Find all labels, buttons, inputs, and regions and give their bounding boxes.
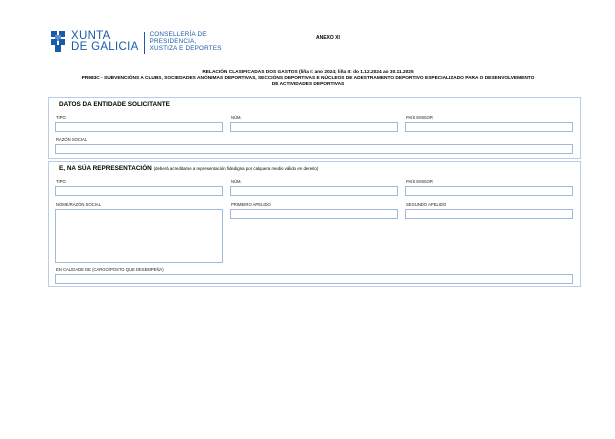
en-calidade-de-label: EN CALIDADE DE (CARGO/POSTO QUE DESEMPEÑ…	[56, 267, 164, 272]
section-entidade-solicitante: DATOS DA ENTIDADE SOLICITANTE TIPO NÚM. …	[48, 97, 581, 159]
primeiro-apelido-label: PRIMEIRO APELIDO	[231, 202, 271, 207]
tipo-label: TIPO	[56, 179, 66, 184]
pais-emisor-label: PAÍS EMISOR	[406, 179, 433, 184]
tipo-field[interactable]	[55, 122, 223, 132]
razon-social-field[interactable]	[55, 144, 573, 154]
xunta-crest-icon	[51, 31, 67, 53]
tipo-field[interactable]	[55, 186, 223, 196]
segundo-apelido-label: SEGUNDO APELIDO	[406, 202, 447, 207]
section-title: DATOS DA ENTIDADE SOLICITANTE	[59, 101, 170, 108]
section-representacion: E, NA SÚA REPRESENTACIÓN (deberá acredit…	[48, 161, 581, 287]
segundo-apelido-field[interactable]	[405, 209, 573, 219]
section-title: E, NA SÚA REPRESENTACIÓN (deberá acredit…	[59, 165, 319, 172]
nome-razon-social-field[interactable]	[55, 209, 223, 263]
anexo-label: ANEXO XI	[316, 35, 340, 41]
tipo-label: TIPO	[56, 115, 66, 120]
pais-emisor-field[interactable]	[405, 186, 573, 196]
section-note: (deberá acreditarse a representación fid…	[153, 166, 319, 171]
xunta-wordmark: XUNTA DE GALICIA	[71, 30, 139, 53]
nome-razon-social-label: NOME/RAZÓN SOCIAL	[56, 202, 101, 207]
consellaria-name: CONSELLERÍA DE PRESIDENCIA, XUSTIZA E DE…	[149, 31, 222, 52]
pais-emisor-label: PAÍS EMISOR	[406, 115, 433, 120]
pais-emisor-field[interactable]	[405, 122, 573, 132]
primeiro-apelido-field[interactable]	[230, 209, 398, 219]
document-title: RELACIÓN CLASIFICADAS DOS GASTOS (liña I…	[81, 70, 535, 88]
logo-separator	[143, 32, 145, 54]
num-field[interactable]	[230, 186, 398, 196]
num-label: NÚM.	[231, 115, 242, 120]
num-label: NÚM.	[231, 179, 242, 184]
xunta-logo: XUNTA DE GALICIA CONSELLERÍA DE PRESIDEN…	[51, 30, 222, 54]
razon-social-label: RAZÓN SOCIAL	[56, 137, 88, 142]
en-calidade-de-field[interactable]	[55, 274, 573, 284]
num-field[interactable]	[230, 122, 398, 132]
